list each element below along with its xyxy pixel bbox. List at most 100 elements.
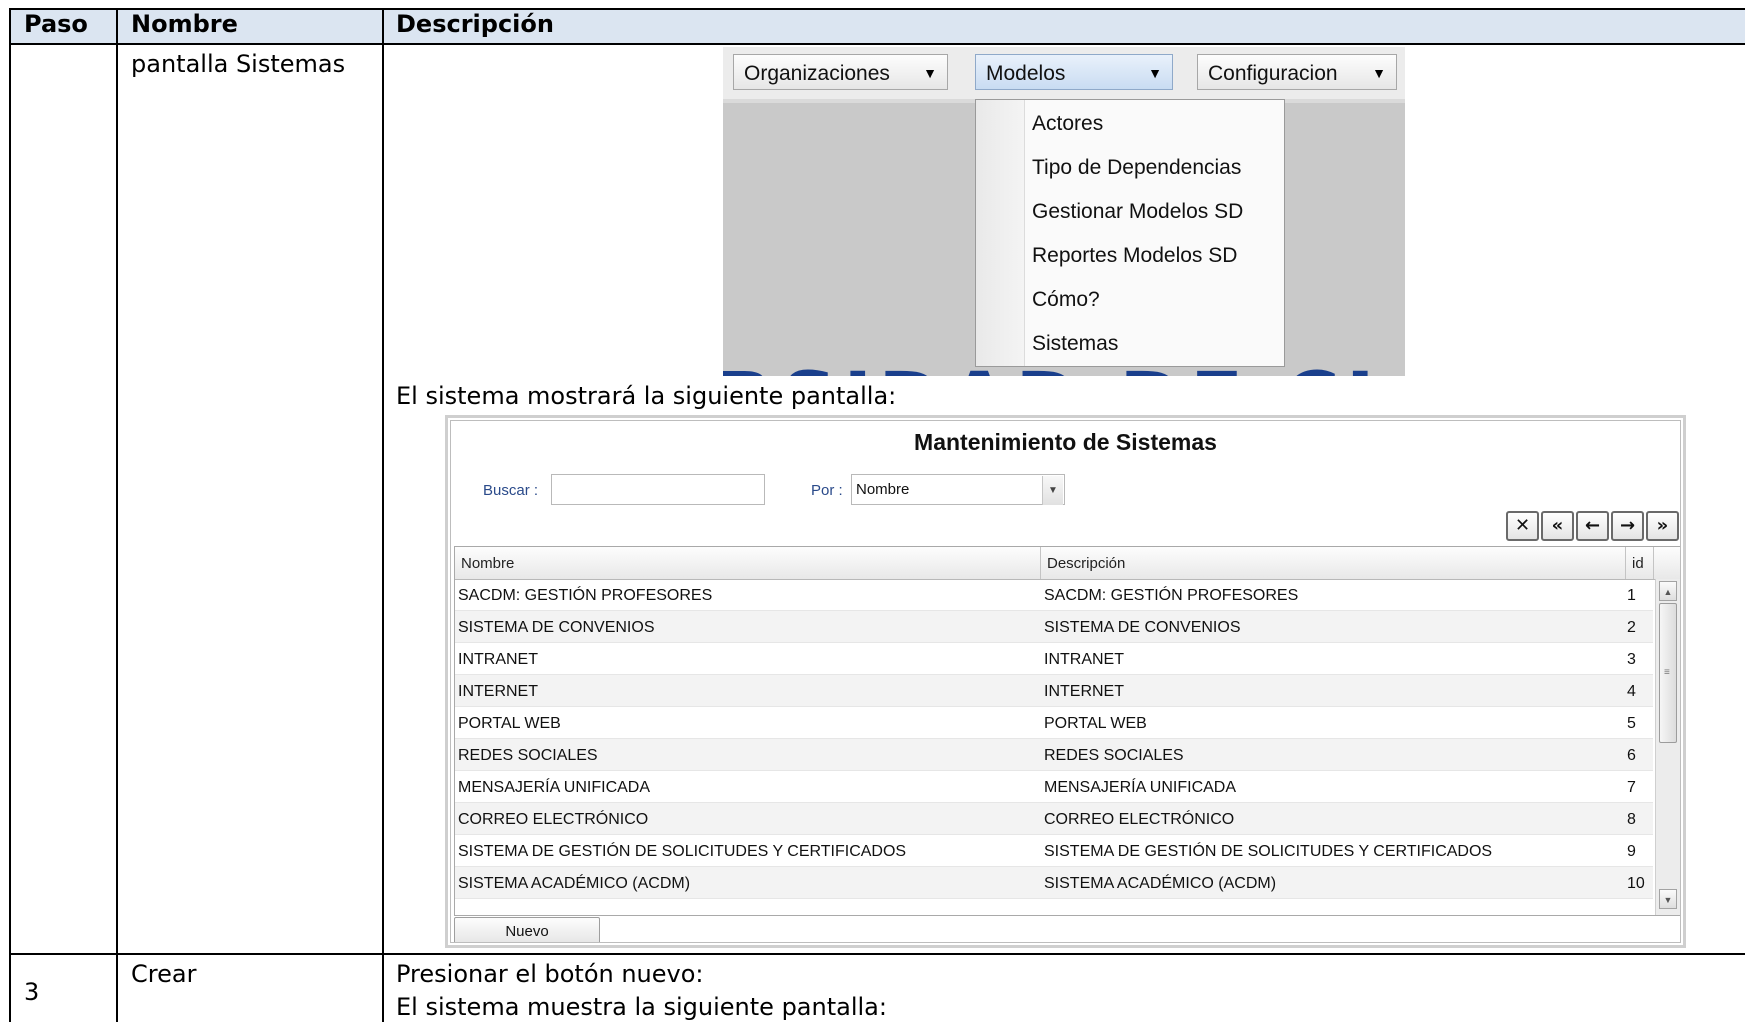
search-label: Buscar : [483,482,539,499]
cell-descripcion: INTERNET [1044,683,1124,700]
cell-id: 5 [1627,715,1636,732]
cell-nombre: SISTEMA ACADÉMICO (ACDM) [458,875,691,892]
table-border-top [10,8,1745,10]
table-row[interactable]: SACDM: GESTIÓN PROFESORES SACDM: GESTIÓN… [455,579,1653,611]
filter-label: Por : [811,482,843,499]
triangle-down-icon: ▼ [1372,65,1386,81]
cell-descripcion: SACDM: GESTIÓN PROFESORES [1044,587,1299,604]
row1-descripcion-text: El sistema mostrará la siguiente pantall… [396,382,897,410]
menu-organizaciones-label: Organizaciones [744,62,890,85]
header-nombre: Nombre [131,10,238,38]
table-row[interactable]: SISTEMA ACADÉMICO (ACDM) SISTEMA ACADÉMI… [455,867,1653,899]
grid-header: Nombre Descripción id [455,547,1680,580]
filter-select[interactable]: Nombre ▼ [851,474,1065,505]
column-separator [1040,547,1041,579]
scrollbar-thumb[interactable]: ≡ [1659,603,1677,743]
app-title: Mantenimiento de Sistemas [914,429,1217,455]
cell-id: 6 [1627,747,1636,764]
next-page-icon[interactable]: → [1611,511,1644,541]
header-descripcion: Descripción [396,10,554,38]
cell-id: 4 [1627,683,1636,700]
cell-descripcion: REDES SOCIALES [1044,747,1184,764]
table-row[interactable]: SISTEMA DE CONVENIOS SISTEMA DE CONVENIO… [455,611,1653,643]
cell-descripcion: INTRANET [1044,651,1124,668]
row2-descripcion-line2: El sistema muestra la siguiente pantalla… [396,993,887,1021]
cell-descripcion: SISTEMA ACADÉMICO (ACDM) [1044,875,1277,892]
table-row[interactable]: REDES SOCIALES REDES SOCIALES 6 [455,739,1653,771]
cell-nombre: REDES SOCIALES [458,747,598,764]
cell-nombre: SISTEMA DE CONVENIOS [458,619,655,636]
dropdown-gutter [976,100,1025,366]
cell-id: 9 [1627,843,1636,860]
mantenimiento-screenshot: Mantenimiento de Sistemas Buscar : Por :… [445,415,1686,948]
menu-configuracion[interactable]: Configuracion ▼ [1197,54,1397,90]
table-row[interactable]: INTRANET INTRANET 3 [455,643,1653,675]
cell-id: 7 [1627,779,1636,796]
table-row[interactable]: MENSAJERÍA UNIFICADA MENSAJERÍA UNIFICAD… [455,771,1653,803]
chevron-down-icon: ▼ [1042,476,1063,505]
dropdown-item-tipo-dependencias[interactable]: Tipo de Dependencias [1032,156,1241,180]
triangle-down-icon: ▼ [923,65,937,81]
table-column-divider-2 [382,8,384,1022]
table-column-divider-1 [116,8,118,1022]
menu-bar: Organizaciones ▼ Modelos ▼ Configuracion… [723,47,1405,101]
column-header-id[interactable]: id [1632,555,1644,572]
grid-scrollbar[interactable]: ▲ ≡ ▼ [1655,579,1680,915]
column-separator [1653,547,1654,579]
previous-page-icon[interactable]: ← [1576,511,1609,541]
row2-descripcion-line1: Presionar el botón nuevo: [396,960,704,988]
last-page-icon[interactable]: » [1646,511,1679,541]
cell-descripcion: SISTEMA DE GESTIÓN DE SOLICITUDES Y CERT… [1044,843,1493,860]
app-panel: Mantenimiento de Sistemas Buscar : Por :… [450,420,1681,943]
cell-nombre: SACDM: GESTIÓN PROFESORES [458,587,713,604]
column-header-nombre[interactable]: Nombre [461,555,514,572]
table-row[interactable]: INTERNET INTERNET 4 [455,675,1653,707]
cell-id: 1 [1627,587,1636,604]
table-row[interactable]: CORREO ELECTRÓNICO CORREO ELECTRÓNICO 8 [455,803,1653,835]
table-row-divider [10,953,1745,955]
column-header-descripcion[interactable]: Descripción [1047,555,1125,572]
cell-id: 10 [1627,875,1645,892]
table-header-divider [10,43,1745,45]
menu-modelos-label: Modelos [986,62,1066,85]
cell-nombre: MENSAJERÍA UNIFICADA [458,779,651,796]
cell-descripcion: CORREO ELECTRÓNICO [1044,811,1235,828]
menu-organizaciones[interactable]: Organizaciones ▼ [733,54,948,90]
menu-screenshot: RSIDAD DE CI Organizaciones ▼ Modelos ▼ … [723,47,1405,376]
column-separator [1625,547,1626,579]
first-page-icon[interactable]: « [1541,511,1574,541]
row1-nombre: pantalla Sistemas [131,50,346,78]
dropdown-item-reportes-modelos[interactable]: Reportes Modelos SD [1032,244,1237,268]
table-row[interactable]: PORTAL WEB PORTAL WEB 5 [455,707,1653,739]
cell-nombre: INTERNET [458,683,538,700]
triangle-down-icon: ▼ [1148,65,1162,81]
table-row[interactable]: SISTEMA DE GESTIÓN DE SOLICITUDES Y CERT… [455,835,1653,867]
scroll-down-icon[interactable]: ▼ [1659,889,1677,909]
dropdown-item-gestionar-modelos[interactable]: Gestionar Modelos SD [1032,200,1243,224]
header-paso: Paso [24,10,88,38]
row2-paso: 3 [24,978,40,1006]
filter-select-value: Nombre [856,481,910,498]
cell-descripcion: MENSAJERÍA UNIFICADA [1044,779,1237,796]
dropdown-item-como[interactable]: Cómo? [1032,288,1100,312]
close-icon[interactable]: ✕ [1506,511,1539,541]
cell-descripcion: PORTAL WEB [1044,715,1147,732]
scroll-up-icon[interactable]: ▲ [1659,581,1677,601]
cell-nombre: INTRANET [458,651,538,668]
cell-id: 3 [1627,651,1636,668]
cell-id: 8 [1627,811,1636,828]
systems-grid: Nombre Descripción id SACDM: GESTIÓN PRO… [454,546,1680,916]
cell-nombre: SISTEMA DE GESTIÓN DE SOLICITUDES Y CERT… [458,843,907,860]
modelos-dropdown: Actores Tipo de Dependencias Gestionar M… [975,99,1285,367]
menu-configuracion-label: Configuracion [1208,62,1338,85]
nuevo-button[interactable]: Nuevo [454,917,600,942]
menu-modelos[interactable]: Modelos ▼ [975,54,1173,90]
dropdown-item-actores[interactable]: Actores [1032,112,1103,136]
search-input[interactable] [551,474,765,505]
cell-id: 2 [1627,619,1636,636]
table-header-background [10,10,1745,43]
table-border-left [9,8,11,1022]
row2-nombre: Crear [131,960,197,988]
grip-icon: ≡ [1664,667,1670,678]
dropdown-item-sistemas[interactable]: Sistemas [1032,332,1118,356]
